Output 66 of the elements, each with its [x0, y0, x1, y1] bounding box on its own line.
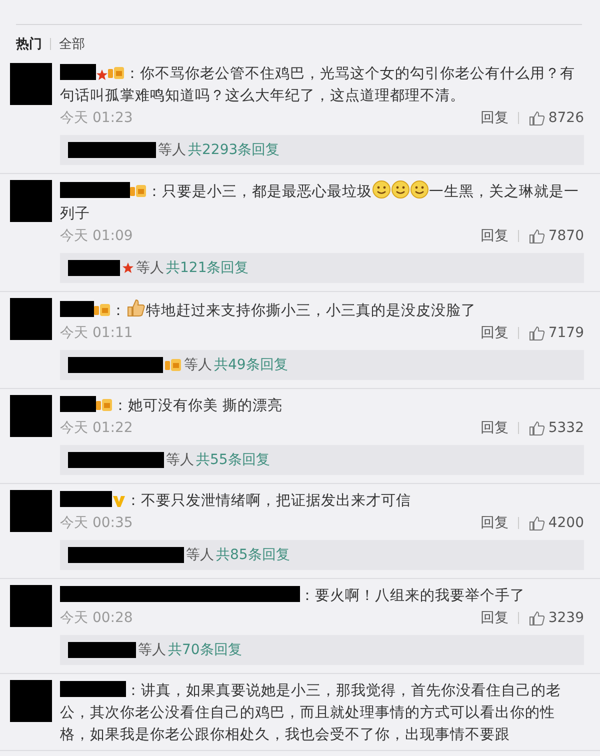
star-icon: [122, 262, 134, 274]
redacted-avatar: [10, 395, 52, 437]
reply-link[interactable]: 回复: [480, 227, 508, 245]
reply-link[interactable]: 回复: [480, 609, 508, 627]
level-icon: [94, 303, 111, 318]
redacted-name: [68, 260, 120, 276]
level-icon: [130, 184, 147, 199]
thumbs-up-icon: [529, 326, 546, 340]
tab[interactable]: 全部: [59, 35, 85, 53]
reply-authors-label: 等人: [186, 546, 214, 564]
reply-authors-label: 等人: [136, 259, 164, 277]
thumbs-up-icon: [529, 420, 546, 436]
smiley-icon: [372, 180, 391, 199]
comment-text: ：只要是小三，都是最恶心最垃圾 一生黑，关之琳就是一列子: [60, 180, 584, 225]
comment-text: ：讲真，如果真要说她是小三，那我觉得，首先你没看住自己的老公，其次你老公没看住自己的鸡巴，而且就处理事情的方式可以看出你的性格，如果我是你老公跟你相处久，我也会受不了你，出现事情不要跟: [60, 680, 562, 745]
thumbs-up-icon: [529, 110, 546, 126]
thumbs-up-icon: [529, 610, 546, 626]
like-button[interactable]: 5332: [529, 420, 584, 436]
comment-text: ：她可没有你美 撕的漂亮: [60, 395, 584, 417]
comment-time: 今天 01:23: [60, 109, 134, 127]
redacted-name: [60, 301, 94, 317]
redacted-name: [60, 182, 130, 198]
reply-authors-label: 等人: [184, 356, 212, 374]
redacted-avatar: [10, 585, 52, 627]
like-button[interactable]: 8726: [529, 110, 584, 126]
redacted-name: [60, 396, 96, 412]
redacted-name: [60, 64, 96, 80]
thumbs-up-icon: [126, 298, 146, 318]
comment-time: 今天 01:11: [60, 324, 134, 342]
reply-link[interactable]: 回复: [480, 419, 508, 437]
smiley-icon: [391, 180, 410, 199]
like-button[interactable]: 4200: [529, 515, 584, 531]
reply-authors-label: 等人: [138, 641, 166, 659]
reply-link[interactable]: 回复: [480, 514, 508, 532]
reply-authors-label: 等人: [158, 141, 186, 159]
redacted-avatar: [10, 298, 52, 340]
reply-link[interactable]: 回复: [480, 324, 508, 342]
thumbs-up-icon: [529, 228, 546, 244]
smiley-icon: [410, 180, 429, 199]
redacted-avatar: [10, 180, 52, 222]
like-button[interactable]: 7870: [529, 228, 584, 244]
tab[interactable]: 热门: [16, 35, 42, 53]
reply-authors-label: 等人: [166, 451, 194, 469]
verified-icon: [112, 494, 126, 508]
thumbs-up-icon: [529, 516, 546, 530]
redacted-avatar: [10, 680, 52, 722]
like-button[interactable]: 3239: [529, 610, 584, 626]
redacted-name: [68, 642, 136, 658]
comment-time: 今天 00:35: [60, 514, 134, 532]
redacted-name: [60, 491, 112, 507]
level-icon: [165, 358, 182, 372]
star-icon: [96, 69, 108, 81]
like-button[interactable]: 7179: [529, 325, 584, 341]
comment-text: ：你不骂你老公管不住鸡巴，光骂这个女的勾引你老公有什么用？有句话叫孤掌难鸣知道吗？这么大年纪了，这点道理都理不清。: [60, 63, 576, 106]
redacted-avatar: [10, 63, 52, 105]
redacted-avatar: [10, 490, 52, 532]
comment-text: ： 特地赶过来支持你撕小三，小三真的是没皮没脸了: [60, 298, 584, 322]
level-icon: [108, 66, 125, 81]
comment-text: ：要火啊！八组来的我要举个手了: [60, 585, 584, 607]
reply-link[interactable]: 回复: [480, 109, 508, 127]
level-icon: [96, 398, 113, 413]
comment-time: 今天 00:28: [60, 609, 134, 627]
comment-time: 今天 01:09: [60, 227, 134, 245]
comment-text: ：不要只发泄情绪啊，把证据发出来才可信: [60, 490, 584, 512]
comment-time: 今天 01:22: [60, 419, 134, 437]
redacted-name: [60, 681, 126, 697]
